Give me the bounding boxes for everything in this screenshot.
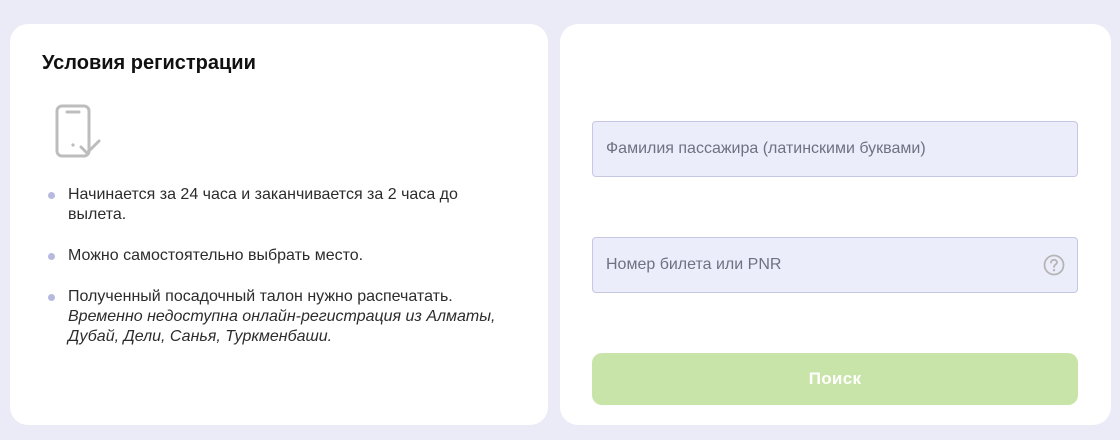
search-button[interactable]: Поиск [592,353,1078,405]
condition-text: Можно самостоятельно выбрать место. [68,247,364,264]
phone-check-icon [55,104,101,158]
surname-input[interactable] [593,122,1077,176]
ticket-field[interactable] [592,237,1078,293]
condition-text: Полученный посадочный талон нужно распеч… [68,288,453,305]
surname-field[interactable] [592,121,1078,177]
ticket-input[interactable] [593,238,1077,292]
list-item: Можно самостоятельно выбрать место. [46,246,516,266]
condition-note: Временно недоступна онлайн-регистрация и… [68,308,496,345]
bullet-dot [48,192,55,199]
conditions-title: Условия регистрации [42,52,256,74]
list-item: Начинается за 24 часа и заканчивается за… [46,185,516,225]
list-item: Полученный посадочный талон нужно распеч… [46,287,516,347]
bullet-dot [48,294,55,301]
condition-text: Начинается за 24 часа и заканчивается за… [68,186,458,223]
checkin-page: Условия регистрации Начинается за 24 час… [0,0,1120,440]
checkin-search-card: Поиск [560,24,1111,425]
conditions-list: Начинается за 24 часа и заканчивается за… [46,185,516,347]
question-circle-icon[interactable] [1043,254,1065,276]
checkin-conditions-card: Условия регистрации Начинается за 24 час… [10,24,548,425]
bullet-dot [48,253,55,260]
